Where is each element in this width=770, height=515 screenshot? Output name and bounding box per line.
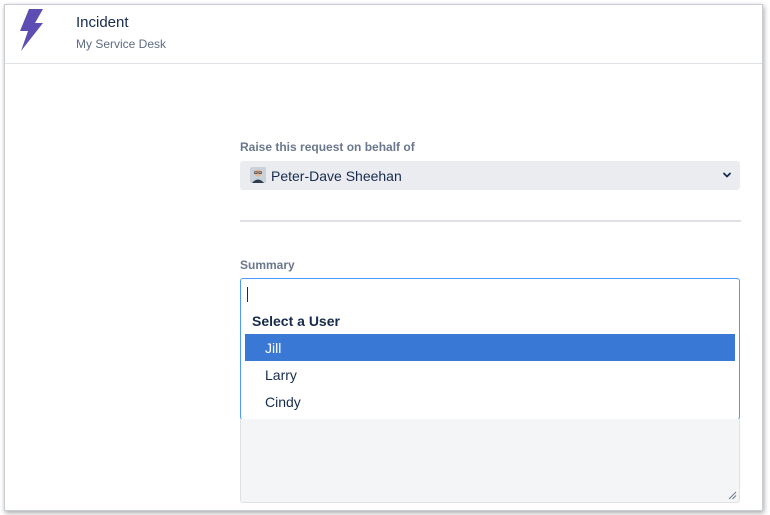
user-option-cindy[interactable]: Cindy bbox=[245, 388, 735, 415]
user-option-label: Cindy bbox=[265, 394, 301, 410]
summary-textarea-area[interactable] bbox=[240, 419, 740, 503]
request-header: Incident My Service Desk bbox=[5, 5, 762, 64]
avatar bbox=[250, 167, 266, 183]
resize-handle-icon[interactable] bbox=[728, 491, 737, 500]
dropdown-header: Select a User bbox=[252, 313, 340, 329]
summary-input[interactable]: Select a User Jill Larry Cindy bbox=[240, 278, 740, 420]
behalf-selected-user: Peter-Dave Sheehan bbox=[271, 168, 402, 184]
summary-label: Summary bbox=[240, 258, 295, 272]
request-type-title: Incident bbox=[76, 14, 129, 31]
lightning-bolt-icon bbox=[20, 9, 43, 51]
section-divider bbox=[240, 220, 741, 222]
user-option-label: Jill bbox=[265, 340, 282, 356]
user-option-jill[interactable]: Jill bbox=[245, 334, 735, 361]
text-caret bbox=[247, 287, 248, 302]
request-window: Incident My Service Desk Raise this requ… bbox=[4, 4, 763, 511]
behalf-user-select[interactable]: Peter-Dave Sheehan bbox=[240, 161, 740, 190]
user-option-label: Larry bbox=[265, 367, 297, 383]
service-desk-name: My Service Desk bbox=[76, 37, 167, 51]
behalf-label: Raise this request on behalf of bbox=[240, 140, 415, 154]
chevron-down-icon bbox=[723, 172, 731, 178]
user-option-larry[interactable]: Larry bbox=[245, 361, 735, 388]
